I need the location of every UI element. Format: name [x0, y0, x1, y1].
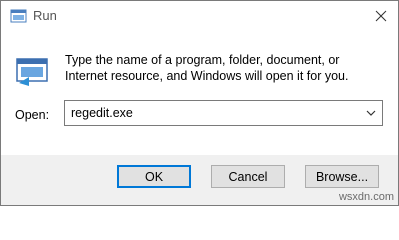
open-label: Open: [15, 108, 50, 122]
watermark: wsxdn.com [338, 191, 394, 203]
close-icon [375, 10, 387, 22]
cancel-button[interactable]: Cancel [211, 165, 285, 188]
run-dialog-icon [10, 8, 27, 25]
close-button[interactable] [364, 1, 398, 31]
title-bar[interactable]: Run [1, 1, 398, 31]
dialog-body: Type the name of a program, folder, docu… [1, 31, 398, 155]
open-input-value[interactable]: regedit.exe [71, 106, 133, 120]
browse-button[interactable]: Browse... [305, 165, 379, 188]
run-program-icon [15, 53, 51, 89]
button-bar: OK Cancel Browse... wsxdn.com [1, 155, 398, 205]
ok-button[interactable]: OK [117, 165, 191, 188]
chevron-down-icon [366, 110, 376, 116]
instruction-text: Type the name of a program, folder, docu… [65, 53, 349, 83]
window-title: Run [33, 8, 57, 23]
run-dialog: Run Type the name of a program, folder, … [0, 0, 399, 206]
open-combobox[interactable]: regedit.exe [64, 100, 383, 126]
dropdown-button[interactable] [364, 106, 378, 120]
